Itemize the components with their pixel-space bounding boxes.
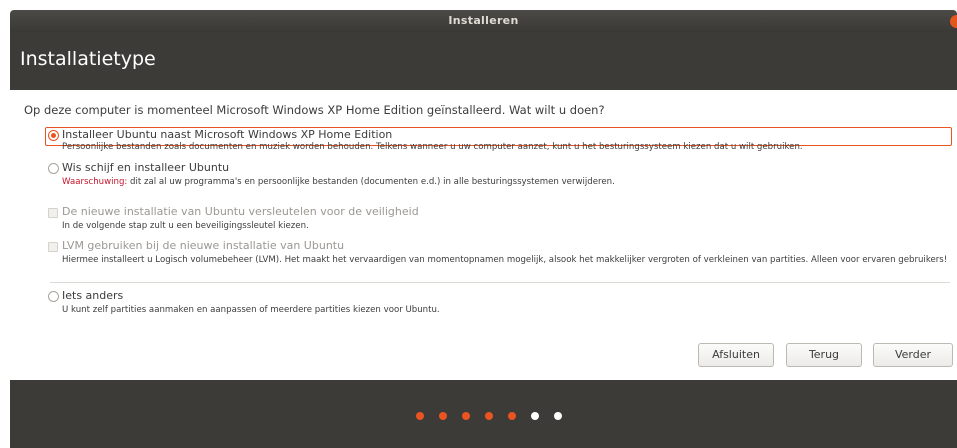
radio-icon[interactable] xyxy=(48,163,59,174)
option-description: U kunt zelf partities aanmaken en aanpas… xyxy=(62,305,440,315)
warning-text: dit zal al uw programma's en persoonlijk… xyxy=(127,177,615,187)
option-erase-disk[interactable]: Wis schijf en installeer Ubuntu xyxy=(46,161,950,177)
installation-type-panel: Op deze computer is momenteel Microsoft … xyxy=(10,90,957,380)
question-text: Op deze computer is momenteel Microsoft … xyxy=(24,103,605,117)
option-label: Iets anders xyxy=(62,289,124,302)
progress-dot xyxy=(554,412,562,420)
page-title: Installatietype xyxy=(20,48,156,70)
next-button[interactable]: Verder xyxy=(873,343,953,367)
option-label: Wis schijf en installeer Ubuntu xyxy=(62,161,230,174)
progress-footer xyxy=(10,380,957,448)
close-icon[interactable] xyxy=(950,15,957,28)
radio-icon[interactable] xyxy=(48,291,59,302)
checkbox-icon xyxy=(48,242,58,252)
back-button[interactable]: Terug xyxy=(786,343,862,367)
progress-dot xyxy=(508,412,516,420)
progress-dot xyxy=(416,412,424,420)
window-title: Installeren xyxy=(448,14,519,27)
progress-dot xyxy=(531,412,539,420)
option-description: In de volgende stap zult u een beveiligi… xyxy=(62,221,309,231)
option-label: De nieuwe installatie van Ubuntu versleu… xyxy=(62,205,419,218)
quit-button[interactable]: Afsluiten xyxy=(698,343,774,367)
checkbox-icon xyxy=(48,208,58,218)
option-label: LVM gebruiken bij de nieuwe installatie … xyxy=(62,239,345,252)
progress-dot xyxy=(439,412,447,420)
warning-label: Waarschuwing: xyxy=(62,177,128,187)
option-something-else[interactable]: Iets anders xyxy=(46,289,950,305)
option-description: Waarschuwing: dit zal al uw programma's … xyxy=(62,177,615,187)
page-header: Installatietype xyxy=(10,32,957,90)
option-label: Installeer Ubuntu naast Microsoft Window… xyxy=(62,128,393,141)
option-description: Hiermee installeert u Logisch volumebehe… xyxy=(62,255,948,265)
window-titlebar[interactable]: Installeren xyxy=(10,10,957,32)
progress-dot xyxy=(462,412,470,420)
option-encrypt: De nieuwe installatie van Ubuntu versleu… xyxy=(46,205,950,221)
option-lvm: LVM gebruiken bij de nieuwe installatie … xyxy=(46,239,950,255)
radio-icon[interactable] xyxy=(48,130,59,141)
option-description: Persoonlijke bestanden zoals documenten … xyxy=(62,142,803,152)
progress-dot xyxy=(485,412,493,420)
divider xyxy=(50,282,950,283)
